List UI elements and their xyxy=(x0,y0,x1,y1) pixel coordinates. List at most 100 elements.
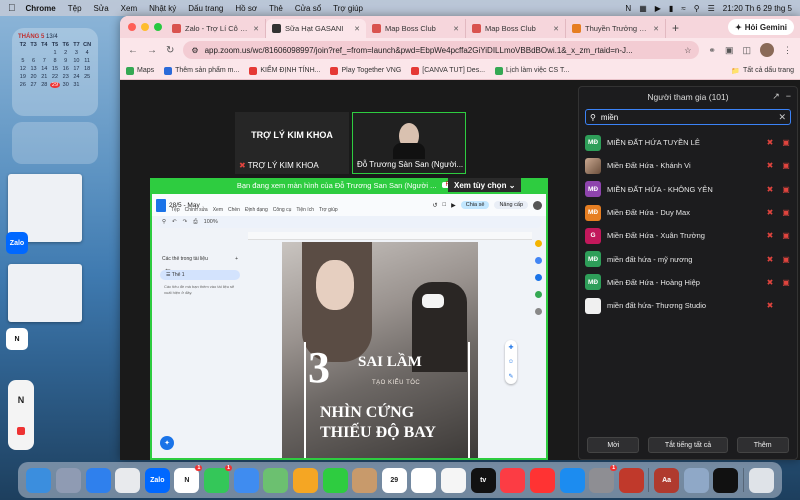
menubar-app-name[interactable]: Chrome xyxy=(26,4,56,13)
participant-row[interactable]: G Miền Đất Hứa - Xuân Trường ✖ ▣ xyxy=(579,224,797,247)
preview-icon[interactable] xyxy=(683,467,709,493)
settings-icon[interactable]: 1 xyxy=(589,464,618,493)
notion-icon[interactable]: N1 xyxy=(174,464,203,493)
participant-row[interactable]: MĐ miền đất hứa - mỹ nương ✖ ▣ xyxy=(579,247,797,270)
participant-row[interactable]: miền đất hứa- Thương Studio ✖ xyxy=(579,294,797,317)
tab-gasani[interactable]: Sữa Hạt GASANI ✕ xyxy=(266,19,366,38)
site-info-icon[interactable]: ⚙ xyxy=(191,46,198,55)
control-center-icon[interactable]: ☰ xyxy=(708,4,715,13)
photobooth-icon[interactable] xyxy=(618,467,644,493)
sidebar-icon[interactable]: ◫ xyxy=(742,45,751,56)
reminders-icon[interactable] xyxy=(411,467,437,493)
menubar-clock[interactable]: 21:20 Th 6 29 thg 5 xyxy=(723,4,792,13)
clear-search-icon[interactable]: ✕ xyxy=(778,112,786,123)
bookmark-kiem-dinh[interactable]: KIỂM ĐỊNH TÍNH... xyxy=(249,66,320,75)
video-tile-active-speaker[interactable]: Đỗ Trương Sàn San (Người... xyxy=(352,112,466,174)
participant-row[interactable]: MĐ MIỀN ĐẤT HỨA TUYỀN LÊ ✖ ▣ xyxy=(579,131,797,154)
tab-map-boss-club-1[interactable]: Map Boss Club ✕ xyxy=(366,19,466,38)
notion-desktop-icon[interactable]: N xyxy=(6,328,28,350)
mail-icon[interactable] xyxy=(233,467,259,493)
close-tab-icon[interactable]: ✕ xyxy=(453,25,459,33)
bookmark-add-product[interactable]: Thêm sản phẩm m... xyxy=(164,66,239,75)
participant-row[interactable]: MĐ MIỀN ĐẤT HỨA - KHÔNG YÊN ✖ ▣ xyxy=(579,178,797,201)
menu-file[interactable]: Tệp xyxy=(68,4,82,13)
tab-zalo[interactable]: Zalo - Trợ Lí Cô San ✕ xyxy=(166,19,266,38)
trash-icon[interactable] xyxy=(748,467,774,493)
participant-row[interactable]: MĐ Miền Đất Hứa - Hoàng Hiệp ✖ ▣ xyxy=(579,271,797,294)
facetime-icon[interactable] xyxy=(322,467,348,493)
back-icon[interactable]: ← xyxy=(128,45,138,56)
chrome-icon[interactable] xyxy=(115,467,141,493)
close-tab-icon[interactable]: ✕ xyxy=(653,25,659,33)
participant-row[interactable]: Miền Đất Hứa - Khánh Vi ✖ ▣ xyxy=(579,154,797,177)
invite-button[interactable]: Mời xyxy=(587,437,640,453)
new-tab-button[interactable]: + xyxy=(666,21,685,38)
reminders-widget[interactable] xyxy=(12,122,98,164)
launchpad-icon[interactable] xyxy=(55,467,81,493)
participant-row[interactable]: MĐ Miền Đất Hứa - Duy Max ✖ ▣ xyxy=(579,201,797,224)
bookmark-lich-lam-viec[interactable]: Lịch làm việc CS T... xyxy=(495,66,569,75)
airplay-status-icon[interactable]: ▶ xyxy=(655,4,661,13)
safari-icon[interactable] xyxy=(85,467,111,493)
video-tile-tro-ly-kim-khoa[interactable]: TRỢ LÝ KIM KHOA ✖ TRỢ LÝ KIM KHOA xyxy=(235,112,349,174)
all-bookmarks-button[interactable]: 📁 Tất cả dấu trang xyxy=(731,67,794,75)
close-tab-icon[interactable]: ✕ xyxy=(354,25,360,33)
music-icon[interactable] xyxy=(500,467,526,493)
address-url[interactable]: app.zoom.us/wc/81606098997/join?ref_=fro… xyxy=(205,46,679,55)
menu-tab[interactable]: Thẻ xyxy=(269,4,283,13)
view-options-button[interactable]: Xem tùy chọn ⌄ xyxy=(448,178,522,192)
news-icon[interactable] xyxy=(529,467,555,493)
extension-link-icon[interactable]: ⚭ xyxy=(708,45,716,56)
menu-help[interactable]: Trợ giúp xyxy=(333,4,363,13)
popout-icon[interactable]: ↗ xyxy=(772,91,780,102)
spotlight-icon[interactable]: ⚲ xyxy=(694,4,700,13)
address-bar[interactable]: ⚙ app.zoom.us/wc/81606098997/join?ref_=f… xyxy=(183,41,700,59)
notion-status-icon[interactable]: N xyxy=(625,4,631,13)
close-tab-icon[interactable]: ✕ xyxy=(553,25,559,33)
minimize-panel-icon[interactable]: − xyxy=(786,91,791,102)
maximize-window-button[interactable] xyxy=(154,23,162,31)
bookmark-play-together[interactable]: Play Together VNG xyxy=(330,66,401,75)
menu-bookmarks[interactable]: Dấu trang xyxy=(188,4,223,13)
calendar-icon[interactable]: 29 xyxy=(381,467,407,493)
menu-profiles[interactable]: Hồ sơ xyxy=(235,4,257,13)
window-thumbnail-2[interactable] xyxy=(8,264,82,322)
menu-history[interactable]: Nhật ký xyxy=(149,4,176,13)
freeform-icon[interactable] xyxy=(441,467,467,493)
tv-icon[interactable]: tv xyxy=(470,467,496,493)
photos-icon[interactable] xyxy=(292,467,318,493)
zalo-icon[interactable]: Zalo xyxy=(144,467,170,493)
wifi-status-icon[interactable]: ≈ xyxy=(681,4,685,13)
bookmark-maps[interactable]: Maps xyxy=(126,66,154,75)
messages-icon[interactable]: 1 xyxy=(204,464,233,493)
contacts-icon[interactable] xyxy=(352,467,378,493)
more-button[interactable]: Thêm xyxy=(736,437,789,453)
apple-icon[interactable]:  xyxy=(8,3,16,14)
menu-window[interactable]: Cửa sổ xyxy=(295,4,321,13)
close-tab-icon[interactable]: ✕ xyxy=(253,25,259,33)
bookmark-canva-tut[interactable]: [CANVA TUT] Des... xyxy=(411,66,485,75)
notion-widget-icon[interactable]: N xyxy=(18,395,25,405)
profile-avatar[interactable] xyxy=(760,43,774,57)
zalo-desktop-icon[interactable]: Zalo xyxy=(6,232,28,254)
more-menu-icon[interactable]: ⋮ xyxy=(783,45,792,56)
menu-edit[interactable]: Sửa xyxy=(94,4,109,13)
menu-view[interactable]: Xem xyxy=(121,4,137,13)
shared-screen[interactable]: 28/5 - May Tệp Chỉnh sửa Xem Chèn Định dạng C… xyxy=(150,192,548,460)
reload-icon[interactable]: ↻ xyxy=(166,45,174,56)
close-window-button[interactable] xyxy=(128,23,136,31)
bookmark-star-icon[interactable]: ☆ xyxy=(684,46,691,55)
extensions-puzzle-icon[interactable]: ▣ xyxy=(725,45,734,56)
ask-gemini-button[interactable]: ✦ Hỏi Gemini xyxy=(728,19,794,35)
maps-icon[interactable] xyxy=(263,467,289,493)
appstore-icon[interactable] xyxy=(559,467,585,493)
capcut-icon[interactable] xyxy=(713,467,739,493)
calendar-widget[interactable]: THÁNG 5 13/4 T2 T3 T4 T5 T6 T7 CN 1 2 3 4 5 6 7 8 9 10 11… xyxy=(12,28,98,116)
finder-icon[interactable] xyxy=(26,467,52,493)
record-stop-icon[interactable] xyxy=(17,427,25,435)
grid-status-icon[interactable]: ▦ xyxy=(639,4,647,13)
tab-thuyen-truong[interactable]: Thuyền Trưởng x5 - ✕ xyxy=(566,19,666,38)
minimize-window-button[interactable] xyxy=(141,23,149,31)
tab-map-boss-club-2[interactable]: Map Boss Club ✕ xyxy=(466,19,566,38)
forward-icon[interactable]: → xyxy=(147,45,157,56)
